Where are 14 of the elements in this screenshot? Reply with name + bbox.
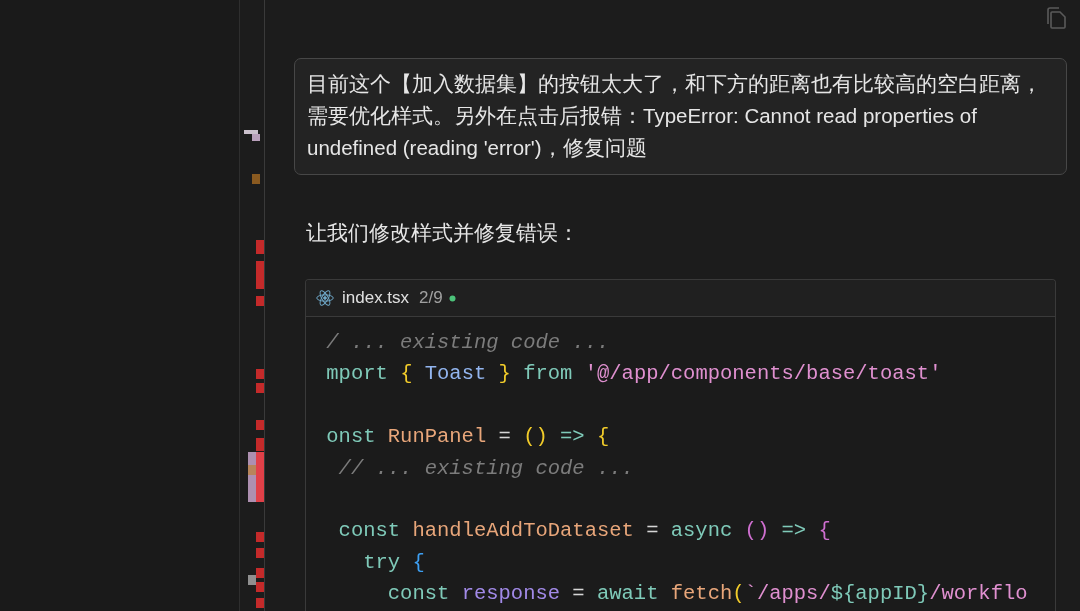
code-line: / ... existing code ... bbox=[325, 330, 611, 356]
code-line: onst RunPanel = () => { bbox=[325, 424, 611, 451]
change-counter: 2/9 bbox=[419, 288, 443, 308]
user-message: 目前这个【加入数据集】的按钮太大了，和下方的距离也有比较高的空白距离，需要优化样式。另外在点击后报错：TypeError: Cannot read properties of undefined (reading 'error')，修复问题 bbox=[294, 58, 1067, 175]
modified-dot-icon bbox=[448, 294, 456, 302]
code-line: mport { Toast } from '@/app/components/base/toast' bbox=[325, 361, 943, 388]
code-line: // ... existing code ... bbox=[337, 455, 635, 482]
file-name[interactable]: index.tsx bbox=[342, 288, 410, 308]
assistant-reply: 让我们修改样式并修复错误： bbox=[306, 220, 580, 246]
copy-icon[interactable] bbox=[1045, 6, 1067, 30]
code-line: const response = await fetch(`/apps/${appID}/workflo bbox=[386, 581, 1029, 608]
atom-icon bbox=[316, 289, 334, 307]
code-line: try { bbox=[362, 549, 426, 576]
code-line: const handleAddToDataset = async () => { bbox=[337, 518, 832, 545]
